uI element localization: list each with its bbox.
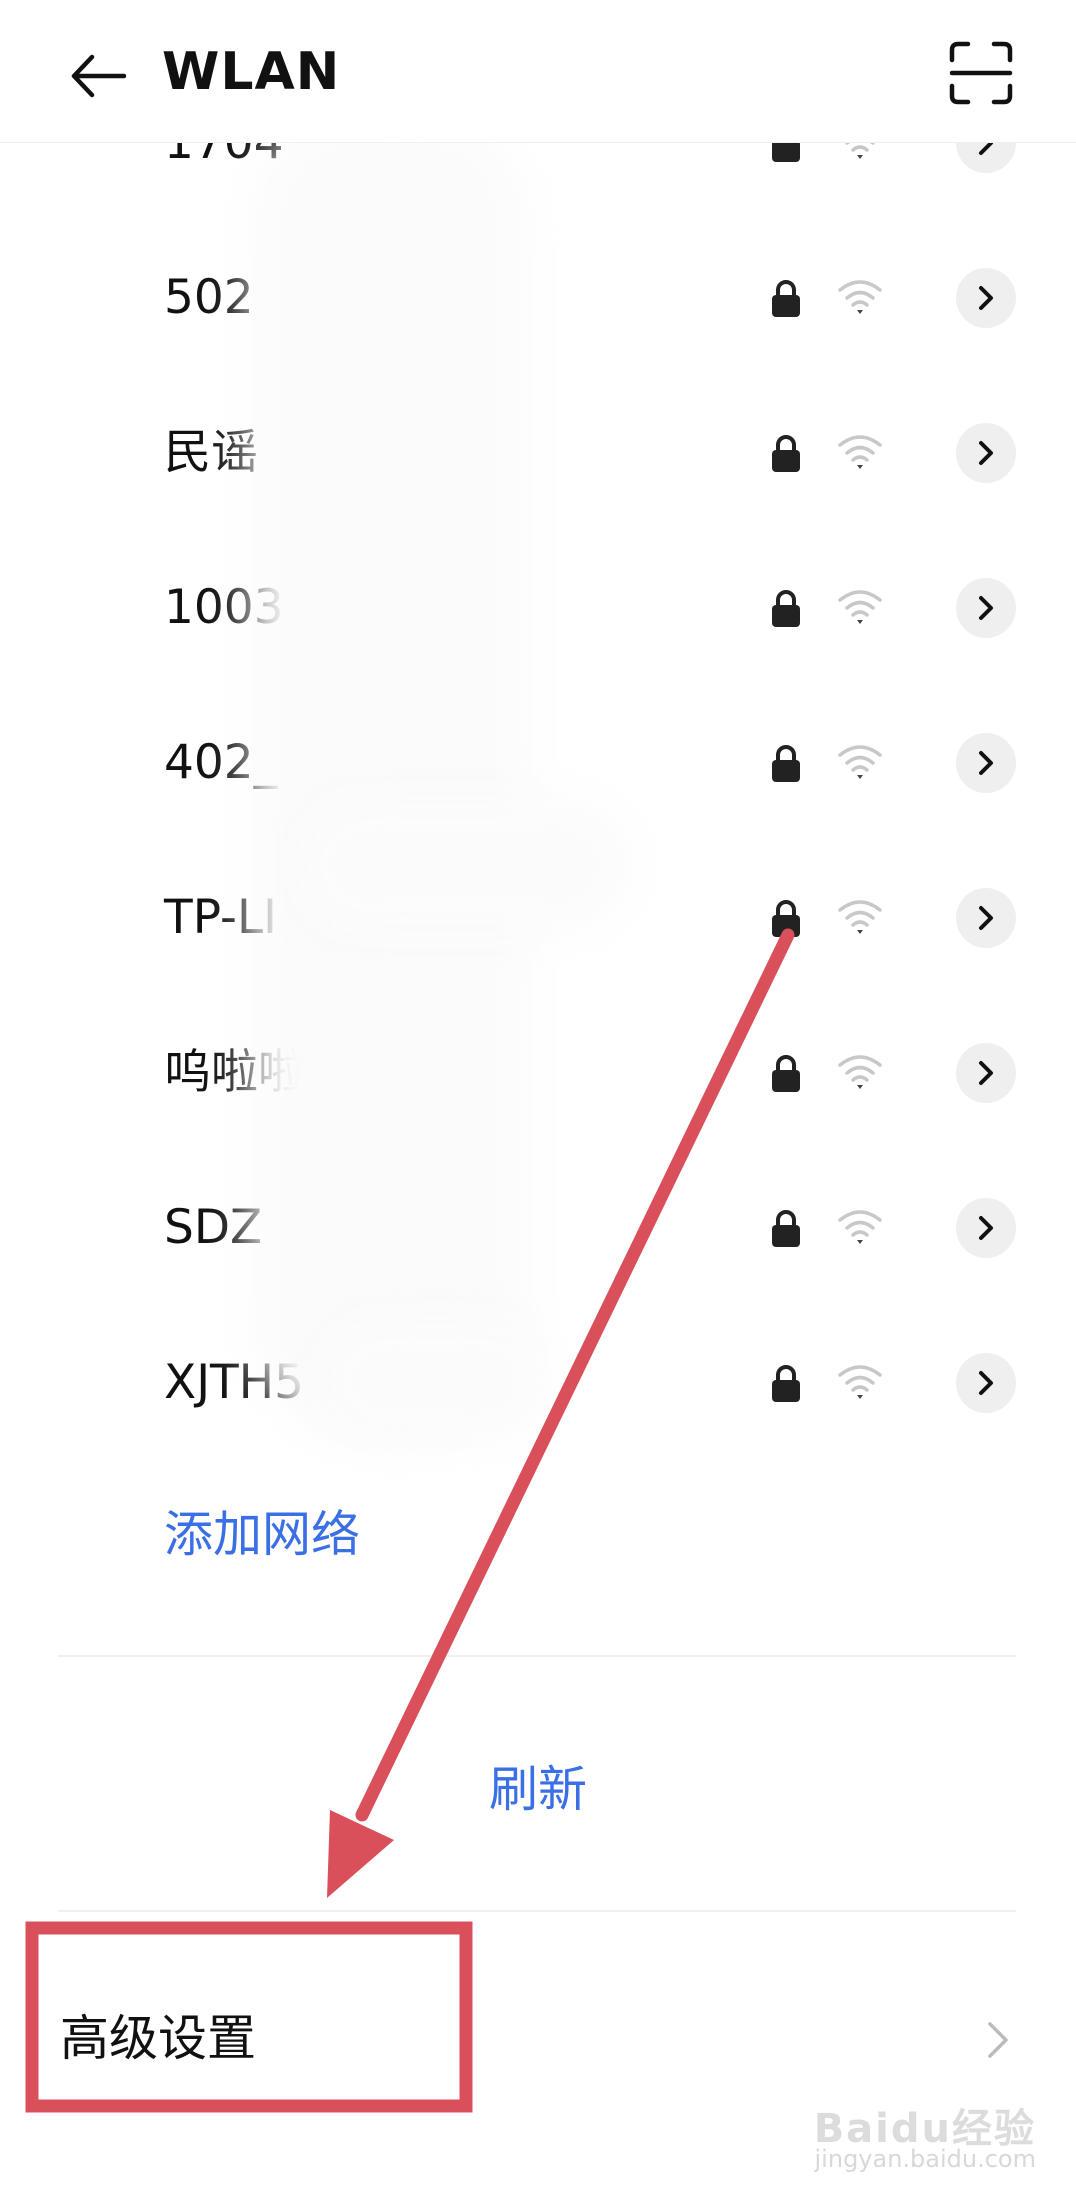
divider [58,1655,1016,1657]
chevron-right-icon [988,2022,1008,2058]
wifi-signal-icon [838,1365,882,1399]
network-detail-button[interactable] [956,1043,1016,1103]
lock-icon [772,900,800,937]
wifi-network-row[interactable]: 502 [0,220,1076,375]
chevron-right-icon [979,286,993,310]
watermark: Baidu经验 jingyan.baidu.com [813,2106,1036,2174]
watermark-logo: Baidu经验 [813,2106,1036,2152]
network-detail-button[interactable] [956,888,1016,948]
network-detail-button[interactable] [956,578,1016,638]
back-button[interactable] [62,40,134,112]
privacy-blur [250,110,530,1440]
watermark-url: jingyan.baidu.com [814,2145,1036,2173]
chevron-right-icon [979,596,993,620]
network-detail-button[interactable] [956,423,1016,483]
wifi-signal-icon [838,435,882,469]
lock-icon [772,745,800,782]
wifi-signal-icon [838,590,882,624]
wifi-signal-icon [838,1210,882,1244]
lock-icon [772,1365,800,1402]
page-title: WLAN [162,42,341,102]
scan-frame-icon [949,41,1013,105]
network-detail-button[interactable] [956,733,1016,793]
wifi-signal-icon [838,900,882,934]
refresh-button[interactable]: 刷新 [0,1755,1076,1825]
chevron-right-icon [979,1061,993,1085]
add-network-link[interactable]: 添加网络 [164,1500,360,1570]
wifi-signal-icon [838,745,882,779]
chevron-right-icon [979,1371,993,1395]
network-detail-button[interactable] [956,1353,1016,1413]
lock-icon [772,1055,800,1092]
scan-button[interactable] [946,38,1016,108]
chevron-right-icon [979,906,993,930]
arrow-left-icon [71,54,127,98]
chevron-right-icon [979,1216,993,1240]
lock-icon [772,590,800,627]
wifi-network-row[interactable]: 1003 [0,530,1076,685]
wifi-network-row[interactable]: 民谣 [0,375,1076,530]
wifi-network-row[interactable]: SDZ [0,1150,1076,1305]
network-name: 502 [164,270,254,325]
wifi-signal-icon [838,280,882,314]
network-name: 民谣 [164,425,258,480]
privacy-blur [300,800,630,930]
lock-icon [772,280,800,317]
wifi-signal-icon [838,1055,882,1089]
app-header: WLAN [0,0,1076,143]
network-detail-button[interactable] [956,268,1016,328]
chevron-right-icon [979,441,993,465]
chevron-right-icon [979,751,993,775]
lock-icon [772,1210,800,1247]
lock-icon [772,435,800,472]
network-name: SDZ [164,1200,263,1255]
network-detail-button[interactable] [956,1198,1016,1258]
wifi-network-row[interactable]: 呜啦啦 [0,995,1076,1150]
advanced-settings-label: 高级设置 [60,2010,257,2067]
privacy-blur [320,1320,550,1440]
